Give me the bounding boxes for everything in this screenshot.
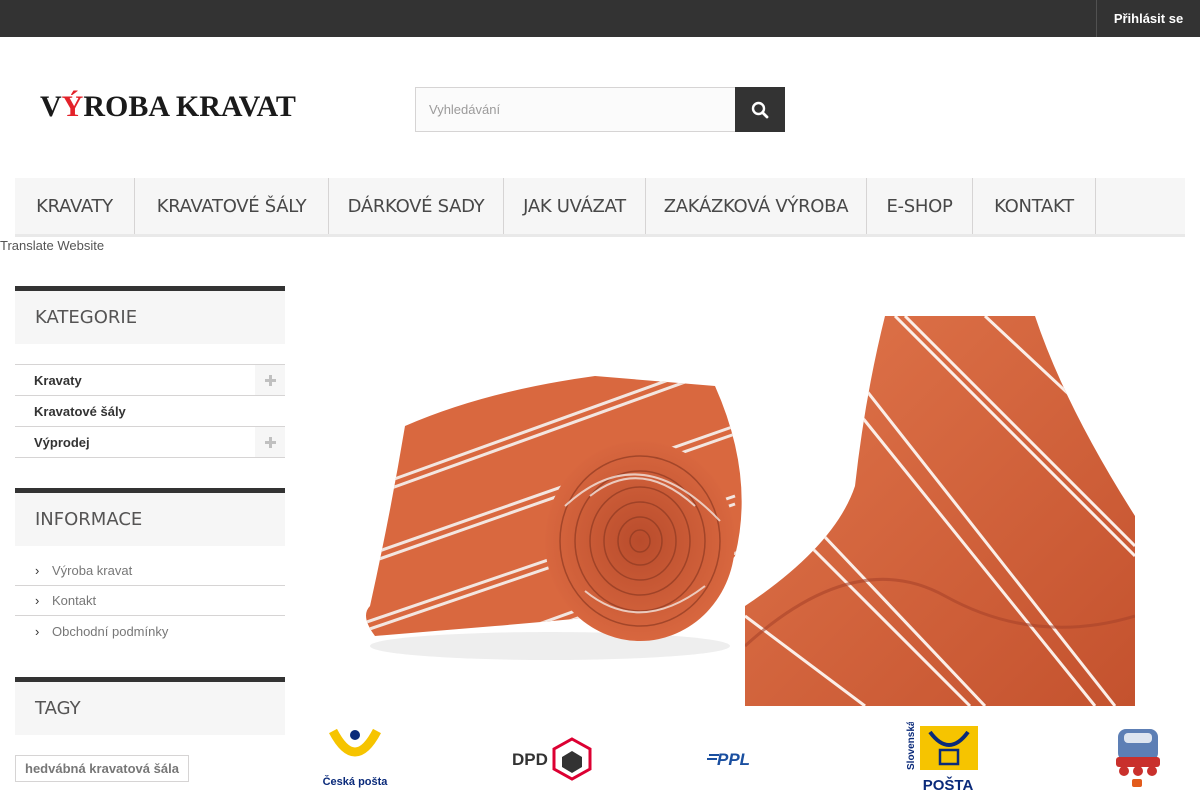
nav-item-zakazkova-vyroba[interactable]: ZAKÁZKOVÁ VÝROBA (646, 178, 867, 234)
ppl-logo: PPL (705, 720, 785, 795)
expand-plus-icon[interactable] (255, 427, 285, 457)
info-item-vyroba-kravat[interactable]: › Výroba kravat (15, 556, 285, 586)
search-input[interactable] (415, 87, 735, 132)
chevron-right-icon: › (35, 623, 40, 639)
rolled-tie-image[interactable] (335, 316, 745, 706)
nav-item-kravatove-saly[interactable]: KRAVATOVÉ ŠÁLY (135, 178, 329, 234)
ceska-posta-logo: Česká pošta (315, 720, 395, 795)
nav-item-e-shop[interactable]: E-SHOP (867, 178, 973, 234)
information-title: INFORMACE (15, 488, 285, 546)
category-item-kravatove-saly[interactable]: Kravatové šály (15, 396, 285, 427)
nav-item-kontakt[interactable]: KONTAKT (973, 178, 1096, 234)
info-label[interactable]: Výroba kravat (52, 563, 132, 578)
zasilkovna-logo (1110, 720, 1166, 795)
tie-closeup-image[interactable] (745, 316, 1135, 706)
category-label[interactable]: Kravaty (34, 373, 82, 388)
category-label[interactable]: Výprodej (34, 435, 90, 450)
search-button[interactable] (735, 87, 785, 132)
nav-item-jak-uvazat[interactable]: JAK UVÁZAT (504, 178, 646, 234)
site-logo[interactable]: VÝROBA KRAVAT (40, 84, 345, 128)
dpd-text: DPD (512, 750, 548, 769)
information-list: › Výroba kravat › Kontakt › Obchodní pod… (15, 556, 285, 646)
info-item-obchodni-podminky[interactable]: › Obchodní podmínky (15, 616, 285, 646)
chevron-right-icon: › (35, 593, 40, 608)
nav-item-darkove-sady[interactable]: DÁRKOVÉ SADY (329, 178, 504, 234)
posta-text: POŠTA (923, 776, 974, 794)
slovenska-text: Slovenská (906, 722, 917, 770)
category-item-vyprodej[interactable]: Výprodej (15, 427, 285, 458)
tags-title: TAGY (15, 677, 285, 735)
ppl-text: PPL (717, 750, 750, 769)
dpd-logo: DPD (510, 720, 595, 795)
main-navigation: KRAVATY KRAVATOVÉ ŠÁLY DÁRKOVÉ SADY JAK … (15, 178, 1185, 237)
nav-item-kravaty[interactable]: KRAVATY (15, 178, 135, 234)
info-label[interactable]: Obchodní podmínky (52, 624, 168, 639)
category-label[interactable]: Kravatové šály (34, 404, 126, 419)
tag-link[interactable]: hedvábná kravatová šála (15, 755, 189, 782)
info-label[interactable]: Kontakt (52, 593, 96, 608)
category-item-kravaty[interactable]: Kravaty (15, 365, 285, 396)
chevron-right-icon: › (35, 563, 40, 578)
ceska-posta-text: Česká pošta (323, 775, 389, 788)
expand-plus-icon[interactable] (255, 365, 285, 395)
translate-website-link[interactable]: Translate Website (0, 238, 104, 253)
search-form (415, 87, 785, 132)
top-bar: Přihlásit se (0, 0, 1200, 37)
login-link[interactable]: Přihlásit se (1096, 0, 1200, 37)
slovenska-posta-logo: Slovenská POŠTA (900, 720, 985, 795)
categories-title: KATEGORIE (15, 286, 285, 344)
info-item-kontakt[interactable]: › Kontakt (15, 586, 285, 616)
logo-text-rest: ROBA KRAVAT (83, 90, 296, 123)
svg-text:VÝROBA KRAVAT: VÝROBA KRAVAT (40, 90, 296, 123)
categories-list: Kravaty Kravatové šály Výprodej (15, 364, 285, 458)
logo-text-v: V (40, 90, 62, 123)
search-icon (751, 101, 769, 118)
logo-text-accent: Ý (62, 90, 84, 123)
